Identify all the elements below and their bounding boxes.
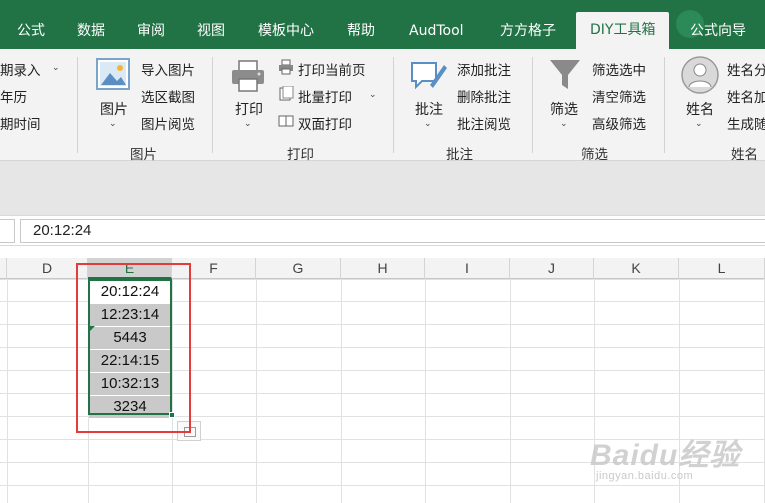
name-box[interactable] (0, 219, 15, 243)
advanced-filter-button[interactable]: 高级筛选 (592, 113, 646, 133)
add-comment-button[interactable]: 添加批注 (457, 59, 511, 79)
calendar-button[interactable]: 年历 (0, 86, 27, 106)
formula-input[interactable] (20, 219, 765, 243)
picture-viewer-button[interactable]: 图片阅览 (141, 113, 195, 133)
duplex-print-icon (278, 115, 294, 127)
name-add-button[interactable]: 姓名加 (727, 86, 765, 106)
filter-group-label: 筛选 (581, 147, 608, 163)
date-entry-button[interactable]: 期录入 (0, 59, 41, 79)
tab-fangfanggezi[interactable]: 方方格子 (500, 0, 556, 49)
printer-icon (232, 60, 264, 92)
ribbon-tab-bar: 公式 数据 审阅 视图 模板中心 帮助 AudTool 方方格子 DIY工具箱 … (0, 0, 765, 61)
column-header-i[interactable]: I (425, 258, 510, 279)
highlight-box (76, 263, 191, 433)
print-current-page-button[interactable]: 打印当前页 (298, 59, 366, 79)
tab-help[interactable]: 帮助 (347, 0, 375, 49)
filter-selected-button[interactable]: 筛选选中 (592, 59, 646, 79)
chevron-down-icon[interactable]: ⌄ (109, 119, 117, 129)
tab-template-center[interactable]: 模板中心 (258, 0, 314, 49)
tab-view[interactable]: 视图 (197, 0, 225, 49)
column-header-j[interactable]: J (510, 258, 594, 279)
tab-review[interactable]: 审阅 (137, 0, 165, 49)
group-separator (77, 57, 78, 153)
generate-random-button[interactable]: 生成随 (727, 113, 765, 133)
ribbon-panel: 期录入 ⌄ 年历 期时间 图片 ⌄ 导入图片 选区截图 图片阅览 图片 打印 ⌄… (0, 49, 765, 163)
group-separator (393, 57, 394, 153)
tab-formulas[interactable]: 公式 (17, 0, 45, 49)
grid-gap (0, 246, 765, 258)
filter-funnel-icon (550, 60, 580, 89)
range-screenshot-button[interactable]: 选区截图 (141, 86, 195, 106)
chevron-down-icon[interactable]: ⌄ (560, 119, 568, 129)
clear-filter-button[interactable]: 清空筛选 (592, 86, 646, 106)
name-button-label[interactable]: 姓名 (686, 99, 714, 119)
column-header-k[interactable]: K (594, 258, 679, 279)
picture-group-label: 图片 (130, 147, 157, 163)
tab-audtool[interactable]: AudTool (409, 0, 464, 49)
person-icon (681, 56, 719, 94)
formula-value: 20:12:24 (33, 222, 92, 239)
batch-print-button[interactable]: 批量打印 (298, 86, 352, 106)
chevron-down-icon[interactable]: ⌄ (52, 63, 60, 73)
toolbar-strip (0, 161, 765, 215)
name-split-button[interactable]: 姓名分 (727, 59, 765, 79)
picture-button-label[interactable]: 图片 (100, 99, 128, 119)
group-separator (212, 57, 213, 153)
name-group-label: 姓名 (731, 147, 758, 163)
watermark-url: jingyan.baidu.com (596, 470, 694, 482)
batch-print-icon (279, 86, 294, 101)
print-group-label: 打印 (287, 147, 314, 163)
chevron-down-icon[interactable]: ⌄ (424, 119, 432, 129)
comment-button-label[interactable]: 批注 (415, 99, 443, 119)
tab-data[interactable]: 数据 (77, 0, 105, 49)
view-comments-button[interactable]: 批注阅览 (457, 113, 511, 133)
column-header-g[interactable]: G (256, 258, 341, 279)
duplex-print-button[interactable]: 双面打印 (298, 113, 352, 133)
comment-pen-icon (411, 62, 447, 90)
group-separator (532, 57, 533, 153)
column-header-partial[interactable] (0, 258, 7, 279)
comment-group-label: 批注 (446, 147, 473, 163)
print-page-icon (279, 59, 293, 75)
group-separator (664, 57, 665, 153)
tab-formula-wizard[interactable]: 公式向导 (690, 0, 746, 49)
column-header-h[interactable]: H (341, 258, 425, 279)
chevron-down-icon[interactable]: ⌄ (369, 90, 377, 100)
chevron-down-icon[interactable]: ⌄ (695, 119, 703, 129)
formula-bar: 20:12:24 (0, 215, 765, 246)
import-picture-button[interactable]: 导入图片 (141, 59, 195, 79)
chevron-down-icon[interactable]: ⌄ (244, 119, 252, 129)
delete-comment-button[interactable]: 删除批注 (457, 86, 511, 106)
baidu-watermark: Baidu经验 (590, 439, 741, 472)
filter-button-label[interactable]: 筛选 (550, 99, 578, 119)
date-time-button[interactable]: 期时间 (0, 113, 41, 133)
column-header-l[interactable]: L (679, 258, 765, 279)
print-button-label[interactable]: 打印 (235, 99, 263, 119)
picture-icon (96, 58, 130, 90)
